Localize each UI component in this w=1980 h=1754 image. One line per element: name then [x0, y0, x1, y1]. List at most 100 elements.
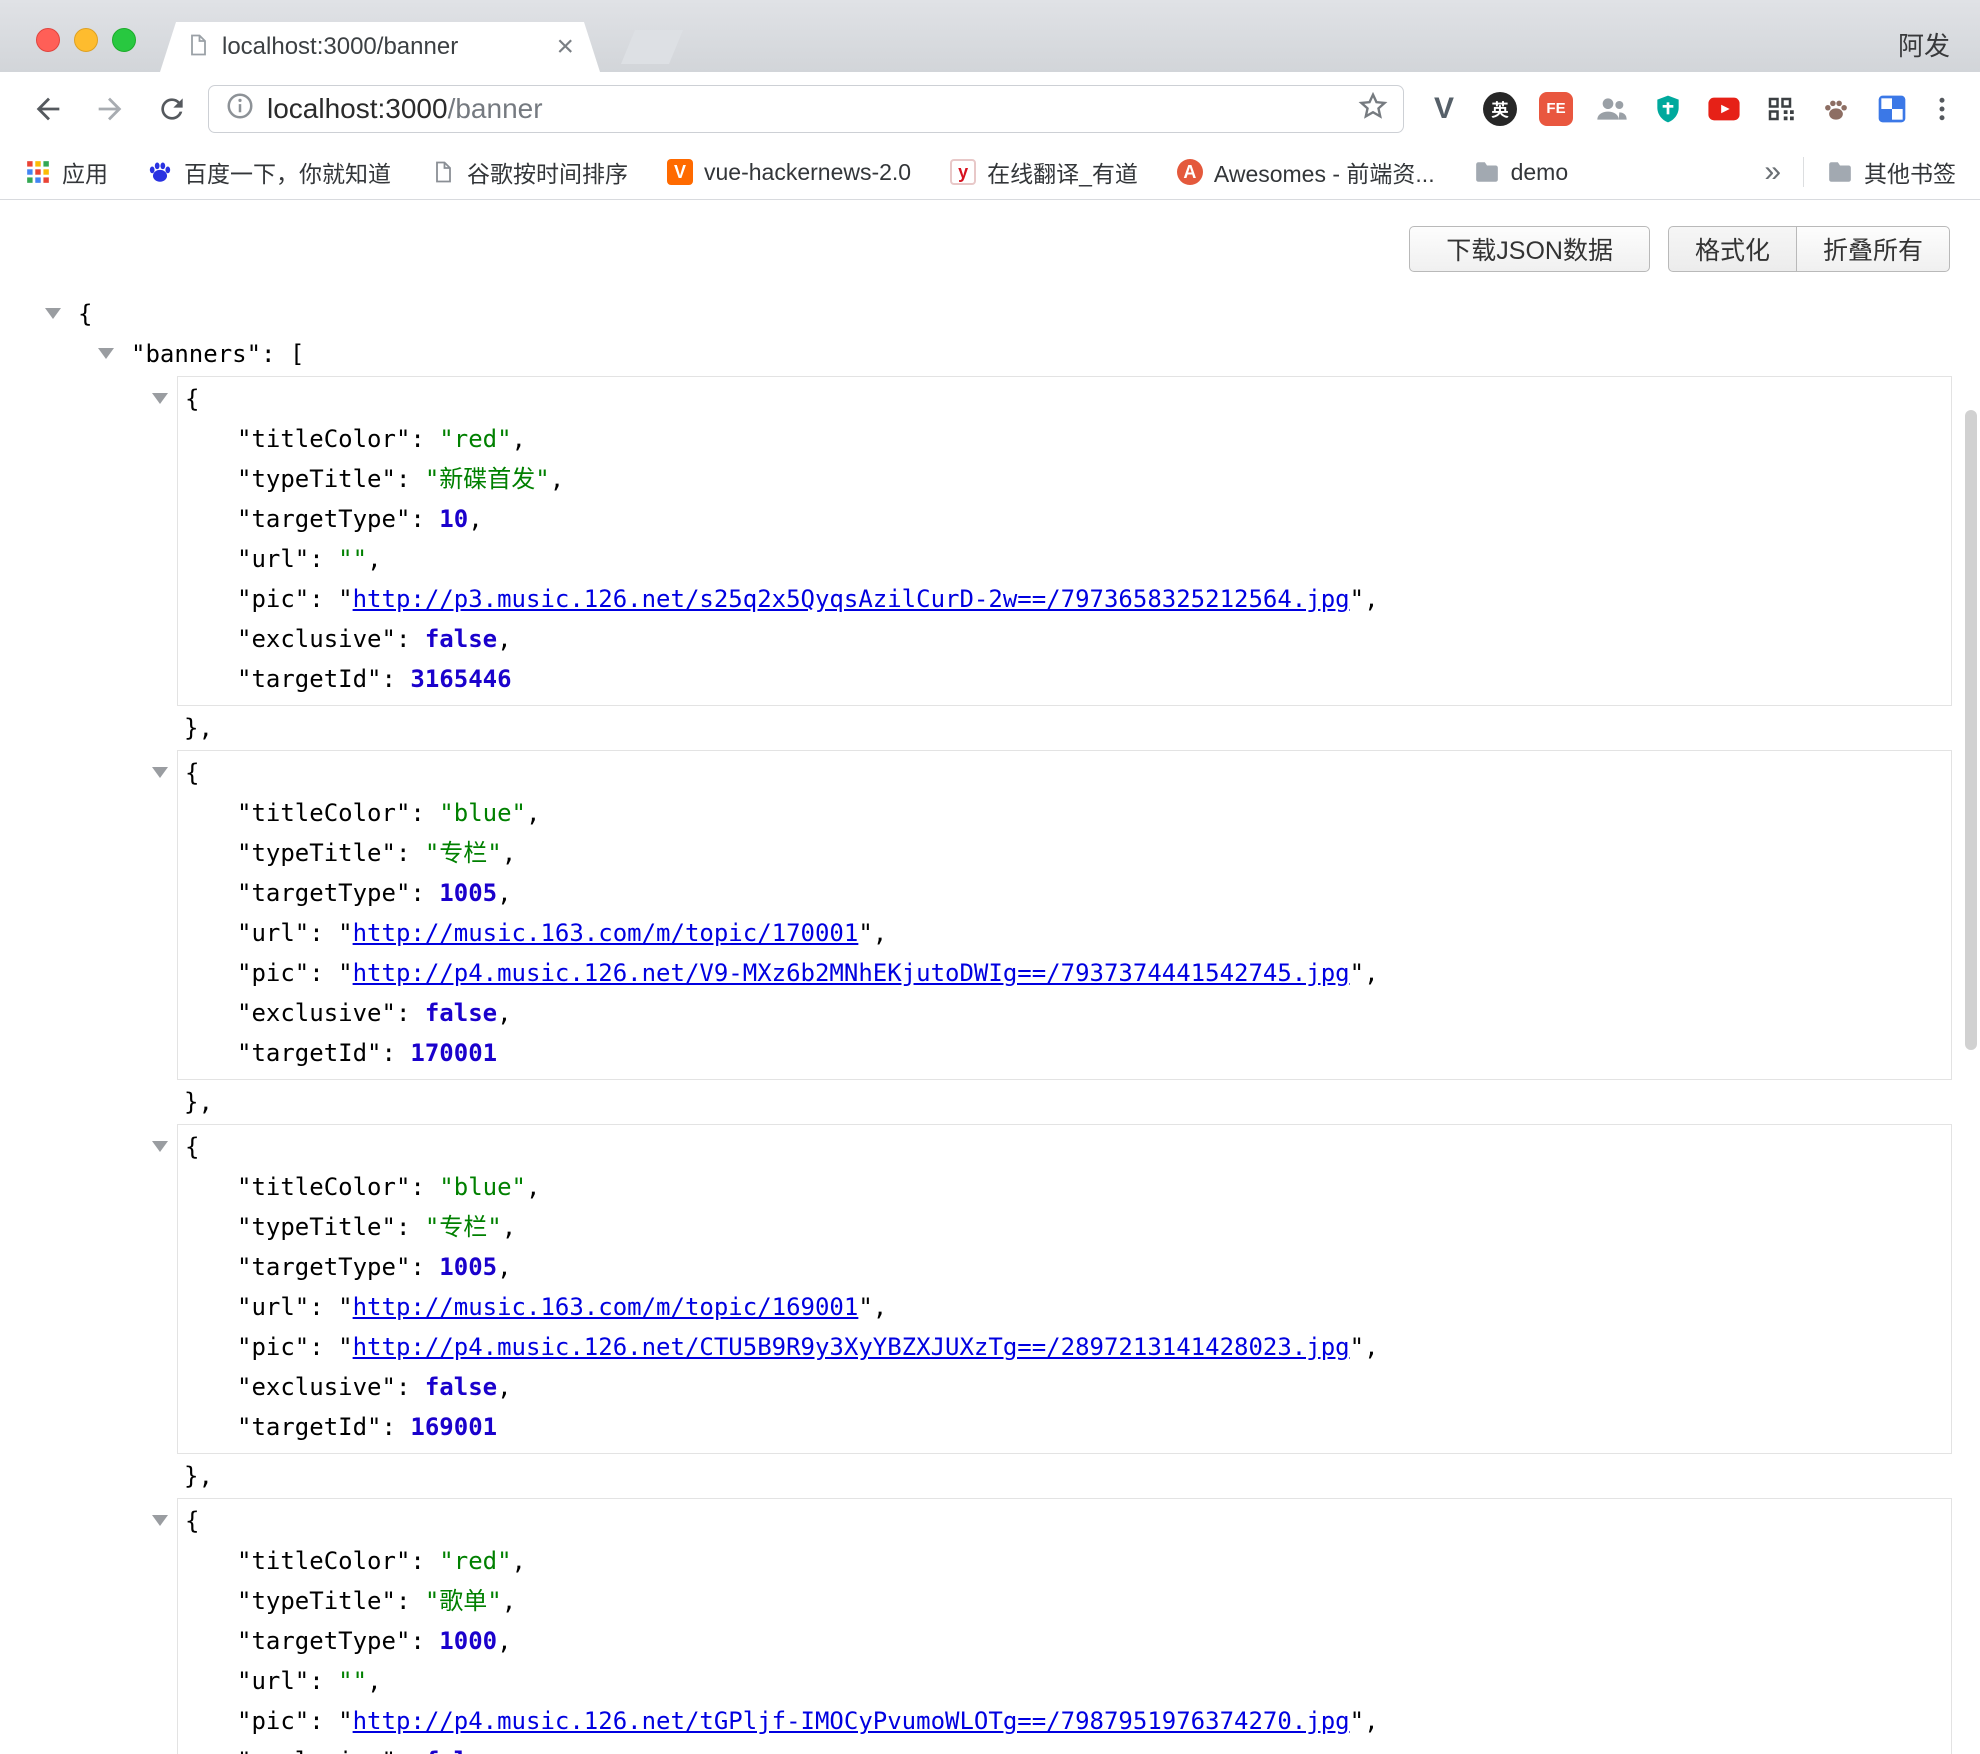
browser-menu-button[interactable]: [1920, 87, 1964, 131]
tab-close-icon[interactable]: ×: [556, 32, 574, 62]
json-punct: {: [185, 1507, 199, 1535]
collapse-toggle-icon[interactable]: [152, 393, 168, 404]
json-object-close-line: },: [0, 1456, 1980, 1496]
json-url-link[interactable]: http://music.163.com/m/topic/170001: [353, 919, 859, 947]
json-number-value: 169001: [410, 1413, 497, 1441]
json-object-box: {"titleColor": "red","typeTitle": "歌单","…: [177, 1498, 1952, 1754]
minimize-window-button[interactable]: [74, 28, 98, 52]
browser-tab[interactable]: localhost:3000/banner ×: [160, 22, 600, 72]
bookmark-item[interactable]: Vvue-hackernews-2.0: [666, 158, 911, 186]
apps-grid-icon: [24, 158, 52, 186]
json-punct: :: [309, 1707, 338, 1735]
json-key: "pic": [237, 1707, 309, 1735]
json-property-line: "exclusive": false,: [178, 993, 1951, 1033]
json-key: "url": [237, 545, 309, 573]
json-boolean-value: false: [425, 1373, 497, 1401]
collapse-all-button[interactable]: 折叠所有: [1796, 226, 1950, 272]
fehelper-extension-icon[interactable]: FE: [1536, 89, 1576, 129]
json-key: "titleColor": [237, 1547, 410, 1575]
collapse-toggle-icon[interactable]: [98, 348, 114, 359]
json-property-line: "titleColor": "red",: [178, 419, 1951, 459]
qr-code-extension-icon[interactable]: [1760, 89, 1800, 129]
bookmarks-items: 应用 百度一下，你就知道 谷歌按时间排序 Vvue-hackernews-2.0 y在线…: [24, 155, 1764, 189]
json-key: "typeTitle": [237, 465, 396, 493]
json-url-link[interactable]: http://p4.music.126.net/CTU5B9R9y3XyYBZX…: [353, 1333, 1350, 1361]
json-punct: :: [382, 1039, 411, 1067]
json-punct: :: [309, 959, 338, 987]
json-key: "exclusive": [237, 1747, 396, 1754]
bookmark-item[interactable]: 百度一下，你就知道: [146, 155, 391, 189]
bookmark-item[interactable]: 谷歌按时间排序: [429, 155, 628, 189]
json-url-link[interactable]: http://p4.music.126.net/tGPljf-IMOCyPvum…: [353, 1707, 1350, 1735]
close-window-button[interactable]: [36, 28, 60, 52]
vimium-extension-icon[interactable]: V: [1424, 89, 1464, 129]
collapse-toggle-icon[interactable]: [152, 767, 168, 778]
json-property-line: "targetType": 1005,: [178, 1247, 1951, 1287]
json-object-open-line: {: [178, 1127, 1951, 1167]
bookmark-item[interactable]: y在线翻译_有道: [949, 155, 1138, 189]
bookmark-star-icon[interactable]: [1357, 90, 1389, 127]
window-controls: [36, 28, 136, 52]
collapse-toggle-icon[interactable]: [152, 1141, 168, 1152]
reload-icon: [156, 93, 188, 125]
other-bookmarks-button[interactable]: 其他书签: [1826, 155, 1956, 189]
page-icon: [186, 33, 210, 62]
address-bar[interactable]: localhost:3000/banner: [208, 85, 1404, 133]
paw-extension-icon[interactable]: [1816, 89, 1856, 129]
new-tab-button[interactable]: [621, 30, 683, 64]
collapse-toggle-icon[interactable]: [45, 308, 61, 319]
json-punct: ,: [367, 1667, 381, 1695]
vertical-scrollbar[interactable]: [1965, 410, 1977, 1050]
json-punct: ,: [502, 1587, 516, 1615]
youtube-extension-icon[interactable]: [1704, 89, 1744, 129]
json-key: "typeTitle": [237, 1213, 396, 1241]
bookmark-item[interactable]: 应用: [24, 155, 108, 189]
other-bookmarks-label: 其他书签: [1864, 155, 1956, 189]
forward-button[interactable]: [88, 87, 132, 131]
page-info-icon[interactable]: [225, 91, 255, 126]
json-object-box: {"titleColor": "red","typeTitle": "新碟首发"…: [177, 376, 1952, 706]
shield-extension-icon[interactable]: [1648, 89, 1688, 129]
profile-name[interactable]: 阿发: [1898, 26, 1950, 63]
json-url-link[interactable]: http://p4.music.126.net/V9-MXz6b2MNhEKju…: [353, 959, 1350, 987]
json-punct: :: [309, 1333, 338, 1361]
fullscreen-window-button[interactable]: [112, 28, 136, 52]
bookmark-item[interactable]: AAwesomes - 前端资...: [1176, 155, 1435, 189]
json-key: "targetType": [237, 879, 410, 907]
json-punct: ,: [502, 839, 516, 867]
bookmark-item[interactable]: demo: [1473, 158, 1569, 186]
people-extension-icon[interactable]: [1592, 89, 1632, 129]
json-property-line: "url": "http://music.163.com/m/topic/169…: [178, 1287, 1951, 1327]
json-punct: :: [309, 1667, 338, 1695]
download-json-button[interactable]: 下载JSON数据: [1409, 226, 1650, 272]
json-string-value: "red": [439, 1547, 511, 1575]
json-punct: :: [396, 1747, 425, 1754]
reload-button[interactable]: [150, 87, 194, 131]
json-property-line: "targetType": 1000,: [178, 1621, 1951, 1661]
json-punct: },: [184, 714, 213, 742]
json-url-link[interactable]: http://music.163.com/m/topic/169001: [353, 1293, 859, 1321]
bookmarks-overflow-chevron[interactable]: »: [1764, 157, 1781, 187]
back-button[interactable]: [26, 87, 70, 131]
collapse-toggle-icon[interactable]: [152, 1515, 168, 1526]
json-key: "exclusive": [237, 1373, 396, 1401]
json-string-value: "新碟首发": [425, 465, 550, 493]
browser-toolbar: localhost:3000/banner V英 FE: [0, 72, 1980, 145]
checker-extension-icon[interactable]: [1872, 89, 1912, 129]
json-punct: ,: [512, 1547, 526, 1575]
json-property-line: "targetId": 3165446: [178, 659, 1951, 699]
format-button[interactable]: 格式化: [1668, 226, 1797, 272]
bookmark-label: 在线翻译_有道: [987, 155, 1138, 189]
json-property-line: "url": "http://music.163.com/m/topic/170…: [178, 913, 1951, 953]
json-punct: ": [338, 1293, 352, 1321]
back-arrow-icon: [31, 92, 65, 126]
json-punct: },: [184, 1462, 213, 1490]
bookmark-label: Awesomes - 前端资...: [1214, 155, 1435, 189]
json-string-value: "": [338, 545, 367, 573]
json-url-link[interactable]: http://p3.music.126.net/s25q2x5QyqsAzilC…: [353, 585, 1350, 613]
json-punct: ": [338, 919, 352, 947]
json-punct: :: [410, 1547, 439, 1575]
json-punct: :: [410, 505, 439, 533]
json-key: "pic": [237, 585, 309, 613]
translate-extension-icon[interactable]: 英: [1480, 89, 1520, 129]
